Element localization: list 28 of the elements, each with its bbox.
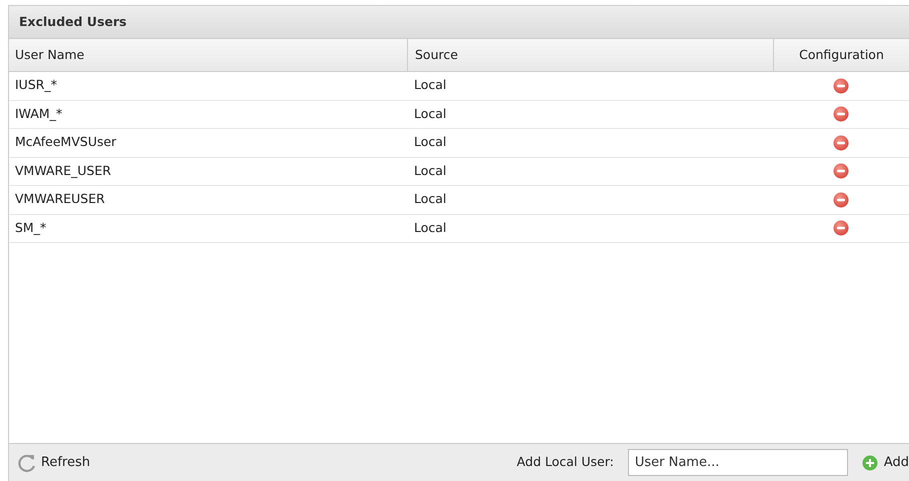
table-cell-text: Local [414,76,446,94]
table-cell-text: Local [414,104,446,123]
remove-icon[interactable] [833,134,849,151]
column-header[interactable]: Source [415,46,458,64]
table-cell-text: IWAM_* [15,104,62,123]
remove-icon[interactable] [833,78,849,94]
table-cell-text: Local [414,218,446,237]
table-cell-text: VMWAREUSER [15,190,105,208]
column-header[interactable]: Configuration [799,46,884,64]
table-cell-text: IUSR_* [15,76,57,94]
table-cell-text: Local [414,133,446,152]
add-button[interactable]: Add [862,452,909,472]
user-name-field[interactable]: User Name... [628,449,848,476]
table-cell-text: SM_* [15,218,46,237]
remove-icon[interactable] [833,106,849,122]
column-header[interactable]: User Name [15,46,84,64]
panel-title: Excluded Users [19,12,127,31]
refresh-icon [17,452,37,472]
remove-icon[interactable] [833,163,849,180]
table-cell-text: VMWARE_USER [15,162,112,180]
table-cell-text: Local [414,162,446,180]
remove-icon[interactable] [833,192,849,208]
table-cell-text: Local [414,190,446,208]
add-icon [862,454,878,470]
table-cell-text: McAfeeMVSUser [15,133,116,152]
remove-icon[interactable] [833,220,849,236]
refresh-button[interactable]: Refresh [17,452,90,472]
add-user-label: Add Local User: [516,453,614,472]
